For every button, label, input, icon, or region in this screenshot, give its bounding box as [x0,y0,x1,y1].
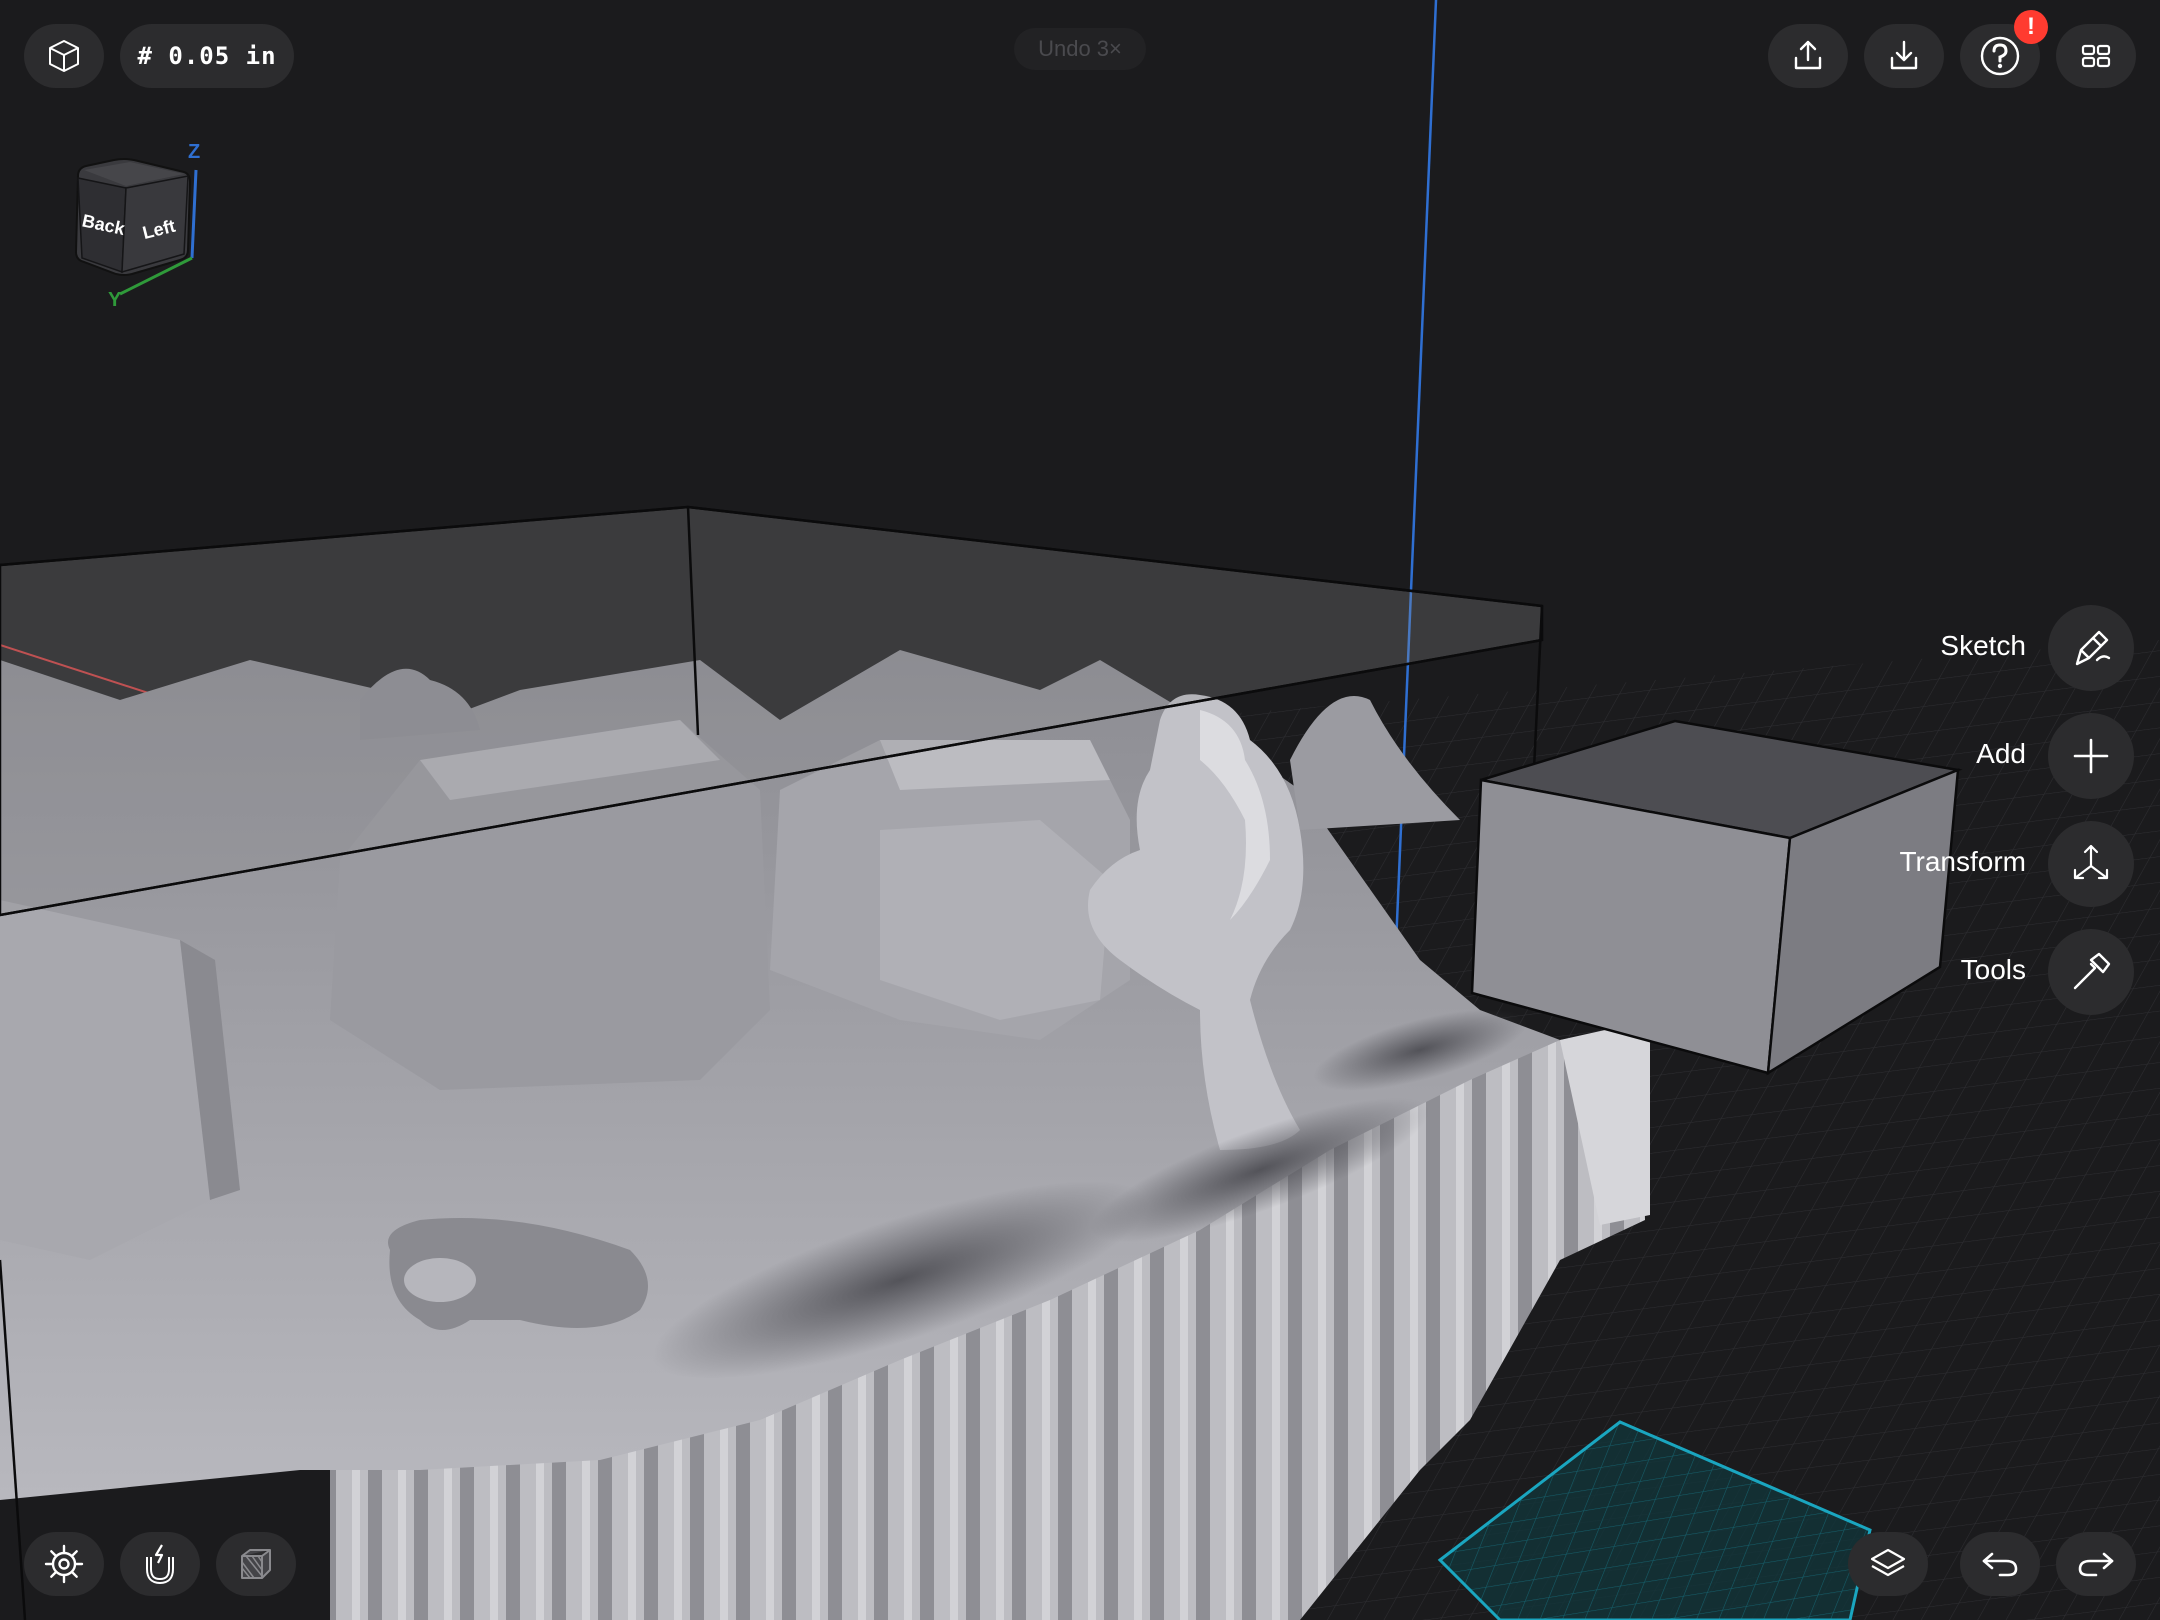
undo-count-badge: Undo 3× [1014,28,1146,70]
add-button[interactable] [2048,713,2134,799]
snap-button[interactable] [120,1532,200,1596]
tools-label: Tools [1960,954,2026,985]
layers-box-icon [241,1549,271,1579]
transform-label: Transform [1899,846,2026,877]
tools-button[interactable] [2048,929,2134,1015]
grid-menu-icon [2081,44,2111,68]
undo-arrow-icon [1982,1552,2018,1577]
help-alert-badge: ! [2014,10,2048,44]
axis-z-label: Z [188,141,200,163]
import-button[interactable] [1864,24,1944,88]
cube-icon [49,40,79,72]
axis-y-label: Y [108,289,122,311]
help-icon [1980,36,2020,76]
sketch-label: Sketch [1940,630,2026,661]
material-button[interactable] [216,1532,296,1596]
upload-icon [1794,40,1822,70]
transform-arrows-icon [2073,844,2109,880]
magnet-icon [146,1544,174,1585]
app-menu-button[interactable] [2056,24,2136,88]
hammer-icon [2073,952,2111,990]
sketch-button[interactable] [2048,605,2134,691]
navigation-cube[interactable]: Back Left Z Y [60,128,220,318]
settings-button[interactable] [24,1532,104,1596]
layers-icon [1870,1548,1906,1577]
scene-canvas[interactable] [0,0,2160,1620]
grid-size-button[interactable]: # 0.05 in [120,24,294,88]
undo-button[interactable] [1960,1532,2040,1596]
pen-icon [2075,630,2111,666]
3d-viewport[interactable]: # 0.05 in Undo 3× ! Back Left Z Y Sketch… [0,0,2160,1620]
gear-icon [44,1544,84,1584]
layers-button[interactable] [1848,1532,1928,1596]
download-icon [1890,40,1918,70]
plus-icon [2073,738,2109,774]
transform-button[interactable] [2048,821,2134,907]
add-label: Add [1976,738,2026,769]
axis-z-indicator [190,169,198,259]
redo-button[interactable] [2056,1532,2136,1596]
view-cube-button[interactable] [24,24,104,88]
block-left [0,900,210,1260]
export-button[interactable] [1768,24,1848,88]
redo-arrow-icon [2078,1552,2114,1577]
